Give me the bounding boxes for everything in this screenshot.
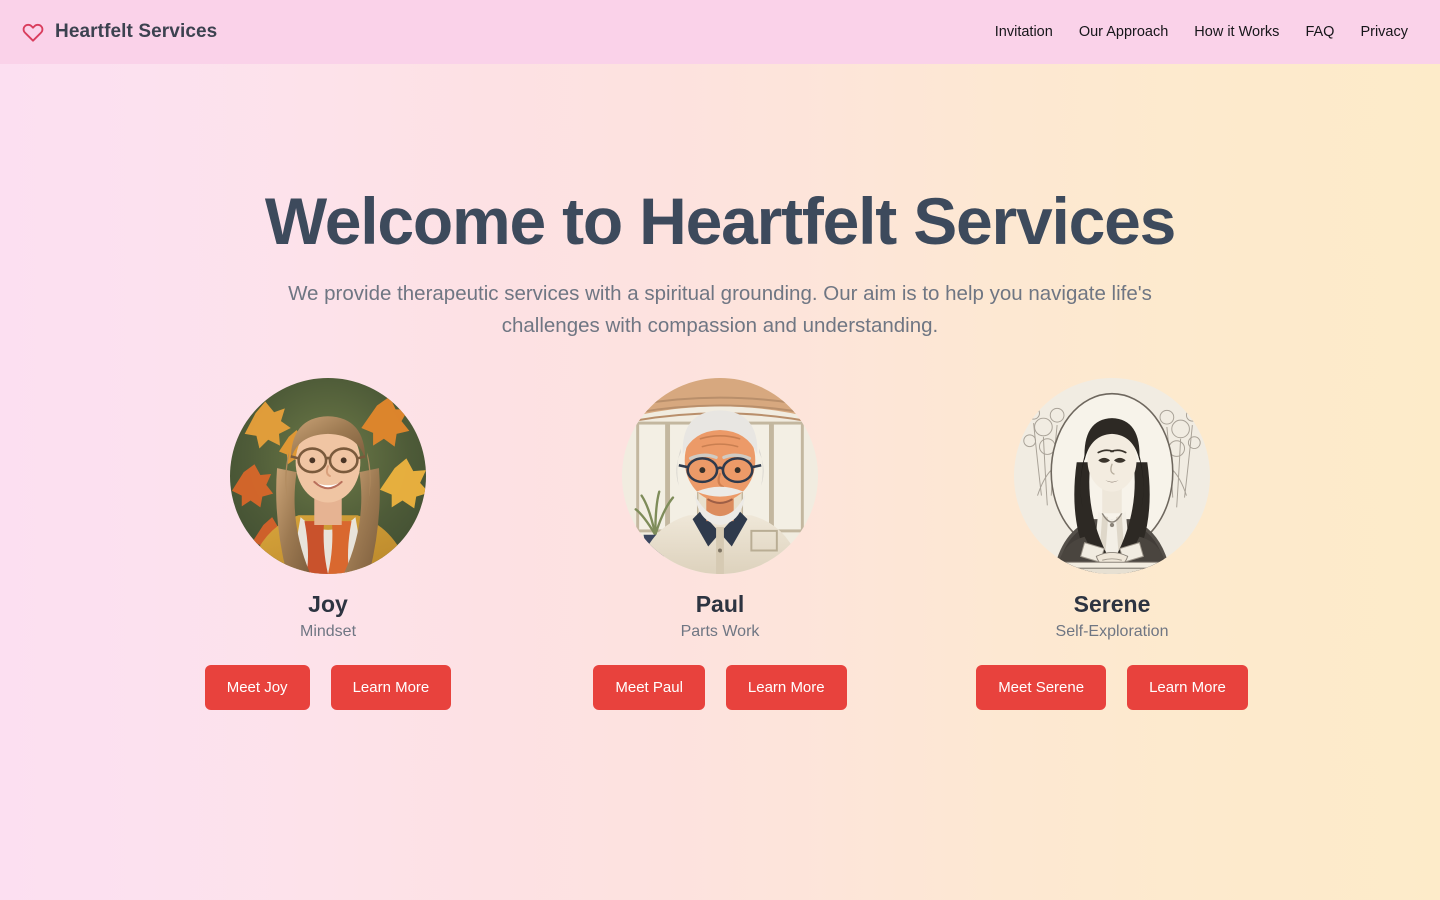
card-actions: Meet Serene Learn More: [976, 664, 1248, 710]
profile-name: Paul: [695, 590, 745, 617]
serene-portrait-avatar[interactable]: [1014, 377, 1210, 574]
page-title: Welcome to Heartfelt Services: [264, 184, 1177, 258]
page-main: Welcome to Heartfelt Services We provide…: [0, 64, 1440, 710]
learn-more-button-serene[interactable]: Learn More: [1127, 664, 1248, 710]
profile-role: Parts Work: [680, 622, 760, 640]
paul-portrait-avatar[interactable]: [622, 377, 818, 574]
meet-serene-button[interactable]: Meet Serene: [976, 664, 1107, 710]
nav-link-invitation[interactable]: Invitation: [995, 24, 1053, 40]
nav-link-our-approach[interactable]: Our Approach: [1079, 24, 1168, 40]
profile-role: Self-Exploration: [1055, 622, 1169, 640]
profile-card-serene: Serene Self-Exploration Meet Serene Lear…: [916, 377, 1308, 710]
learn-more-button-paul[interactable]: Learn More: [725, 664, 847, 710]
profiles-section: Joy Mindset Meet Joy Learn More Paul Par…: [0, 377, 1440, 710]
joy-portrait-avatar[interactable]: [230, 377, 426, 574]
profile-card-paul: Paul Parts Work Meet Paul Learn More: [524, 377, 916, 710]
brand-name: Heartfelt Services: [55, 21, 218, 42]
hero-subtitle: We provide therapeutic services with a s…: [288, 281, 1152, 337]
profile-role: Mindset: [299, 622, 357, 640]
profile-name: Serene: [1073, 590, 1151, 617]
site-header: Heartfelt Services Invitation Our Approa…: [0, 0, 1440, 64]
nav-link-how-it-works[interactable]: How it Works: [1194, 24, 1279, 40]
card-actions: Meet Paul Learn More: [593, 664, 847, 710]
nav-link-faq[interactable]: FAQ: [1305, 24, 1334, 40]
meet-joy-button[interactable]: Meet Joy: [204, 664, 310, 710]
card-actions: Meet Joy Learn More: [204, 664, 452, 710]
brand-logo[interactable]: Heartfelt Services: [22, 21, 217, 43]
learn-more-button-joy[interactable]: Learn More: [330, 664, 452, 710]
hero-section: Welcome to Heartfelt Services We provide…: [0, 64, 1440, 342]
profile-name: Joy: [308, 590, 348, 617]
meet-paul-button[interactable]: Meet Paul: [593, 664, 705, 710]
main-navigation: Invitation Our Approach How it Works FAQ…: [995, 24, 1416, 40]
profile-card-joy: Joy Mindset Meet Joy Learn More: [132, 377, 524, 710]
nav-link-privacy[interactable]: Privacy: [1360, 24, 1408, 40]
heart-outline-icon: [22, 21, 44, 43]
